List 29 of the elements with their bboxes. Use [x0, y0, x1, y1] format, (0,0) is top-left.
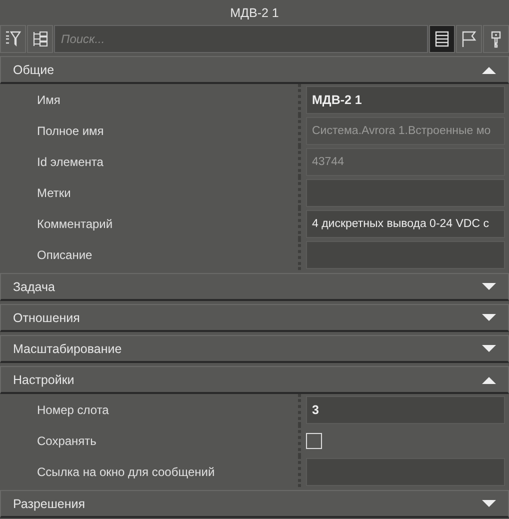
property-label: Имя	[37, 92, 60, 106]
property-label: Метки	[37, 186, 71, 200]
value-field: Система.Avrora 1.Встроенные мо	[306, 116, 505, 144]
toolbar-button[interactable]	[27, 25, 53, 53]
toolbar-button[interactable]	[0, 25, 26, 53]
search-field[interactable]: Поиск...	[54, 25, 428, 53]
value-field[interactable]: 3	[306, 396, 505, 424]
section-header[interactable]: Разрешения	[0, 490, 509, 518]
value-field: 43744	[306, 148, 505, 176]
section-header[interactable]: Общие	[0, 56, 509, 84]
property-label: Ссылка на окно для сообщений	[37, 464, 215, 478]
view-toggle-button[interactable]	[483, 25, 509, 53]
view-toggle-button[interactable]	[429, 25, 455, 53]
property-label: Полное имя	[37, 124, 104, 138]
section-header[interactable]: Задача	[0, 273, 509, 301]
sort-filter-icon	[3, 29, 23, 49]
section-header[interactable]: Масштабирование	[0, 335, 509, 363]
property-label: Номер слота	[37, 402, 109, 416]
checkbox[interactable]	[306, 432, 322, 448]
value-field[interactable]: МДВ-2 1	[306, 86, 505, 114]
view-toggle-button[interactable]	[456, 25, 482, 53]
property-label: Описание	[37, 248, 92, 262]
section-header[interactable]: Отношения	[0, 304, 509, 332]
property-label: Комментарий	[37, 216, 113, 230]
window-title: МДВ-2 1	[230, 6, 279, 20]
value-field[interactable]: 4 дискретных вывода 0-24 VDC с	[306, 210, 505, 238]
section-header[interactable]: Настройки	[0, 366, 509, 394]
property-label: Сохранять	[37, 434, 96, 448]
property-label: Id элемента	[37, 154, 104, 168]
